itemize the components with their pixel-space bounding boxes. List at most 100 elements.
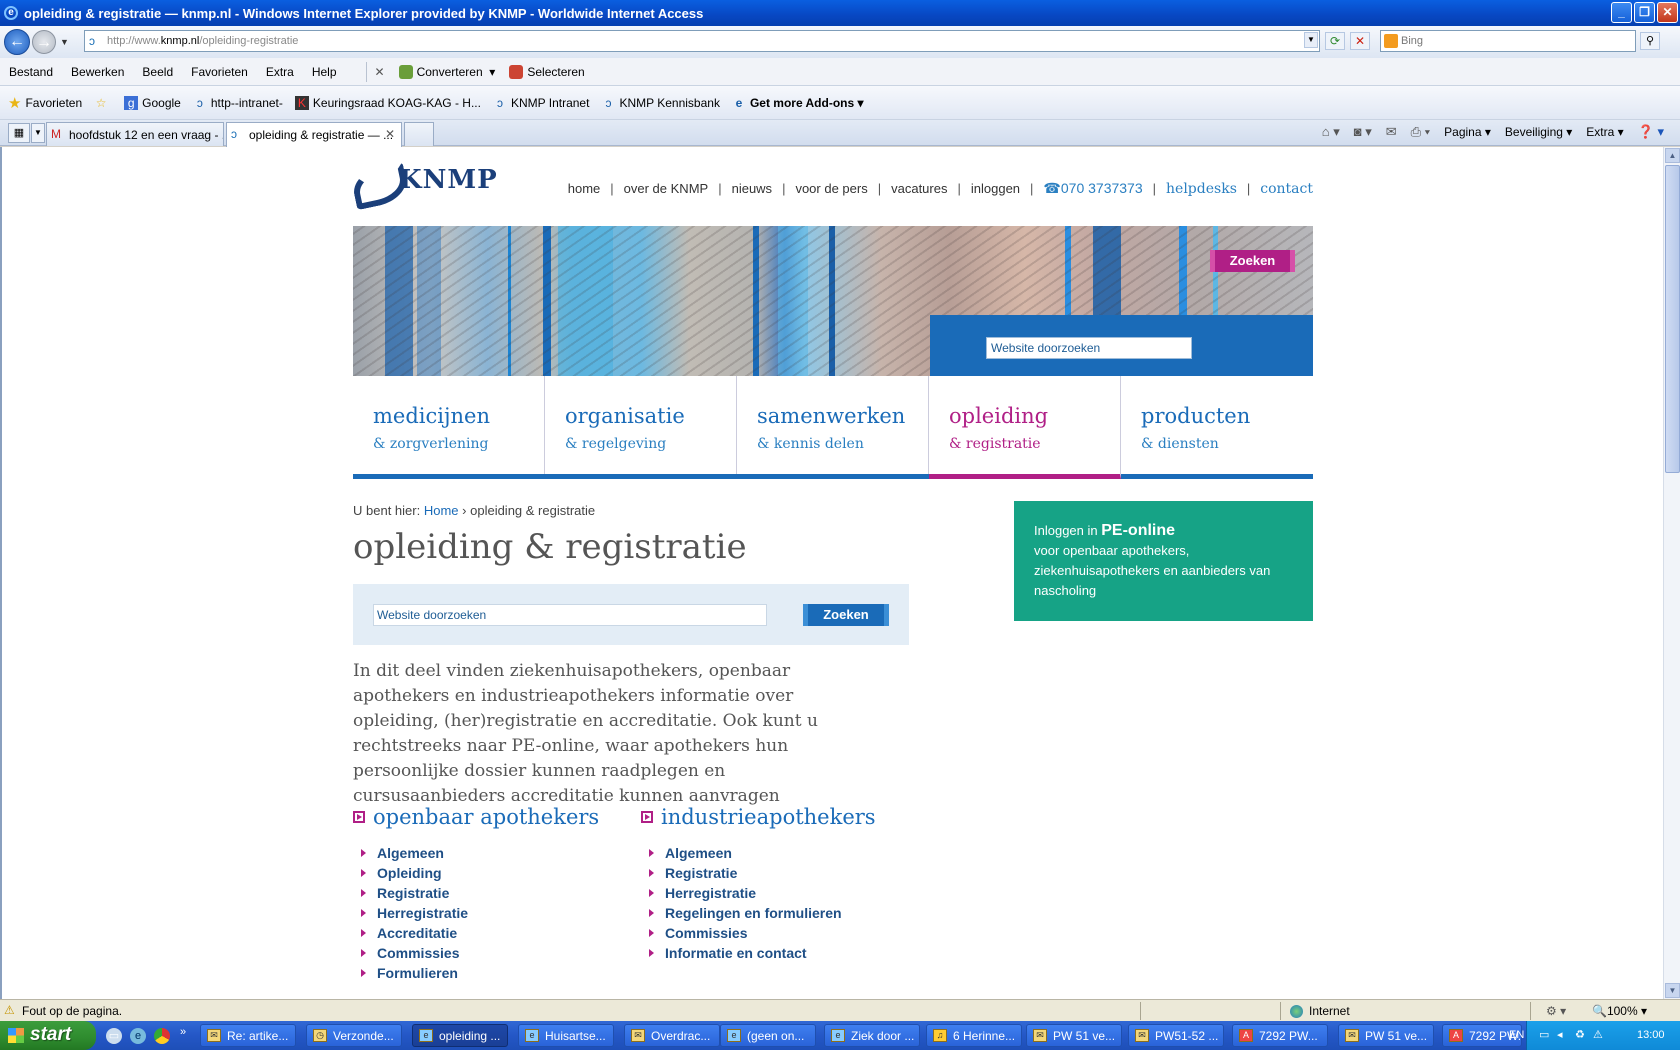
menu-help[interactable]: Help — [303, 65, 346, 79]
mainnav-samenwerken[interactable]: samenwerken & kennis delen — [737, 376, 929, 474]
taskbar-item[interactable]: ♫ 6 Herinne... — [926, 1024, 1022, 1047]
banner-search-input[interactable] — [986, 337, 1192, 359]
topnav-helpdesks[interactable]: helpdesks — [1166, 181, 1237, 197]
menu-favorieten[interactable]: Favorieten — [182, 65, 257, 79]
taskbar-item[interactable]: ◷ Verzonde... — [306, 1024, 402, 1047]
list-item[interactable]: Registratie — [641, 865, 931, 885]
refresh-icon[interactable]: ⟳ — [1325, 32, 1345, 50]
inline-search-button[interactable]: Zoeken — [803, 604, 889, 626]
stop-icon[interactable]: ✕ — [1350, 32, 1370, 50]
menu-bewerken[interactable]: Bewerken — [62, 65, 133, 79]
sync-icon[interactable]: ♻ — [1575, 1028, 1585, 1041]
window-titlebar[interactable]: e opleiding & registratie — knmp.nl - Wi… — [0, 0, 1680, 26]
topnav-over[interactable]: over de KNMP — [624, 181, 709, 196]
converteren-button[interactable]: Converteren ▾ — [398, 64, 495, 79]
list-item[interactable]: Formulieren — [353, 965, 643, 985]
taskbar-item[interactable]: A 7292 PW... — [1232, 1024, 1328, 1047]
taskbar-item[interactable]: e Ziek door ... — [824, 1024, 920, 1047]
new-tab-button[interactable] — [404, 122, 434, 146]
scroll-down-icon[interactable]: ▼ — [1665, 983, 1680, 998]
zoom-control[interactable]: 🔍100% ▾ — [1592, 1004, 1647, 1018]
volume-icon[interactable]: ◂ — [1557, 1028, 1563, 1041]
quick-tabs-icon[interactable]: ▦ — [8, 123, 30, 143]
topnav-home[interactable]: home — [568, 181, 601, 196]
pagina-menu[interactable]: Pagina ▾ — [1444, 125, 1491, 139]
update-icon[interactable]: ⚠ — [1593, 1028, 1603, 1041]
scroll-thumb[interactable] — [1665, 165, 1680, 473]
fav-google[interactable]: g Google — [124, 95, 181, 110]
beveiliging-menu[interactable]: Beveiliging ▾ — [1505, 125, 1572, 139]
list-item[interactable]: Accreditatie — [353, 925, 643, 945]
taskbar-item[interactable]: ✉ PW51-52 ... — [1128, 1024, 1224, 1047]
taskbar-item[interactable]: ✉ PW 51 ve... — [1338, 1024, 1434, 1047]
knmp-logo[interactable]: KNMP — [353, 165, 498, 195]
close-tab-icon[interactable]: ✕ — [385, 127, 395, 141]
close-toolbar-icon[interactable]: ✕ — [375, 65, 385, 79]
read-mail-icon[interactable]: ✉ — [1386, 124, 1397, 140]
address-input[interactable]: ↄ http://www.knmp.nl/opleiding-registrat… — [84, 30, 1320, 52]
taskbar-item[interactable]: e opleiding ... — [412, 1024, 508, 1047]
chrome-icon[interactable] — [154, 1028, 170, 1044]
section-industrie-title[interactable]: industrieapothekers — [641, 805, 931, 829]
banner-search-button[interactable]: Zoeken — [1210, 250, 1295, 272]
tab-gmail[interactable]: M hoofdstuk 12 en een vraag - ... — [46, 122, 224, 146]
clock[interactable]: 13:00 — [1637, 1029, 1665, 1041]
list-item[interactable]: Commissies — [353, 945, 643, 965]
selecteren-button[interactable]: Selecteren — [509, 64, 585, 79]
protected-mode-icon[interactable]: ⚙ ▾ — [1546, 1004, 1566, 1018]
mainnav-opleiding[interactable]: opleiding & registratie — [929, 376, 1121, 479]
taskbar-item[interactable]: e (geen on... — [720, 1024, 816, 1047]
list-item[interactable]: Algemeen — [641, 845, 931, 865]
list-item[interactable]: Opleiding — [353, 865, 643, 885]
feeds-icon[interactable]: ◙ ▾ — [1354, 124, 1372, 140]
tab-list-dropdown-icon[interactable]: ▼ — [31, 123, 45, 143]
print-icon[interactable]: ⎙ ▾ — [1411, 124, 1430, 140]
forward-button[interactable]: → — [32, 30, 56, 54]
menu-extra[interactable]: Extra — [257, 65, 303, 79]
tab-opleiding[interactable]: ↄ opleiding & registratie — ... ✕ — [226, 122, 402, 147]
list-item[interactable]: Regelingen en formulieren — [641, 905, 931, 925]
fav-knmp-kennisbank[interactable]: ↄ KNMP Kennisbank — [601, 96, 720, 110]
help-icon[interactable]: ❓ ▾ — [1638, 124, 1664, 140]
taskbar-item[interactable]: ✉ Re: artike... — [200, 1024, 296, 1047]
taskbar-item[interactable]: ✉ PW 51 ve... — [1026, 1024, 1122, 1047]
desktop-icon[interactable]: ▭ — [106, 1028, 122, 1044]
fav-knmp-intranet[interactable]: ↄ KNMP Intranet — [493, 96, 589, 110]
list-item[interactable]: Registratie — [353, 885, 643, 905]
mainnav-medicijnen[interactable]: medicijnen & zorgverlening — [353, 376, 545, 474]
pe-online-box[interactable]: Inloggen in PE-online voor openbaar apot… — [1014, 501, 1313, 621]
fav-keuringsraad[interactable]: K Keuringsraad KOAG-KAG - H... — [294, 95, 481, 110]
inline-search-input[interactable] — [373, 604, 767, 626]
history-dropdown-icon[interactable]: ▼ — [60, 37, 69, 47]
menu-bestand[interactable]: Bestand — [0, 65, 62, 79]
taskbar-item[interactable]: ✉ Overdrac... — [624, 1024, 720, 1047]
mainnav-producten[interactable]: producten & diensten — [1121, 376, 1313, 474]
section-openbaar-title[interactable]: openbaar apothekers — [353, 805, 643, 829]
add-favorite-button[interactable]: ☆ — [94, 96, 112, 110]
back-button[interactable]: ← — [4, 29, 30, 55]
topnav-contact[interactable]: contact — [1260, 181, 1313, 197]
url-dropdown-icon[interactable]: ▼ — [1304, 32, 1318, 48]
network-icon[interactable]: ▭ — [1539, 1028, 1549, 1041]
extra-menu[interactable]: Extra ▾ — [1586, 125, 1623, 139]
search-input[interactable]: Bing — [1380, 30, 1636, 52]
start-button[interactable]: start — [0, 1021, 96, 1050]
menu-beeld[interactable]: Beeld — [133, 65, 182, 79]
ie-quicklaunch-icon[interactable]: e — [130, 1028, 146, 1044]
topnav-inloggen[interactable]: inloggen — [971, 181, 1020, 196]
search-icon[interactable]: ⚲ — [1640, 32, 1660, 50]
quicklaunch-more-icon[interactable]: » — [180, 1026, 186, 1038]
list-item[interactable]: Herregistratie — [353, 905, 643, 925]
breadcrumb-home[interactable]: Home — [424, 503, 459, 518]
favorites-button[interactable]: ★ Favorieten — [8, 94, 82, 112]
fav-get-addons[interactable]: e Get more Add-ons ▾ — [732, 96, 864, 110]
fav-intranet[interactable]: ↄ http--intranet- — [193, 96, 283, 110]
topnav-nieuws[interactable]: nieuws — [732, 181, 772, 196]
maximize-icon[interactable]: ❐ — [1634, 2, 1655, 23]
minimize-icon[interactable]: _ — [1611, 2, 1632, 23]
vertical-scrollbar[interactable]: ▲ ▼ — [1663, 147, 1680, 999]
warning-icon[interactable]: ⚠ — [4, 1003, 15, 1017]
scroll-up-icon[interactable]: ▲ — [1665, 148, 1680, 163]
home-icon[interactable]: ⌂ ▾ — [1322, 124, 1340, 140]
list-item[interactable]: Algemeen — [353, 845, 643, 865]
